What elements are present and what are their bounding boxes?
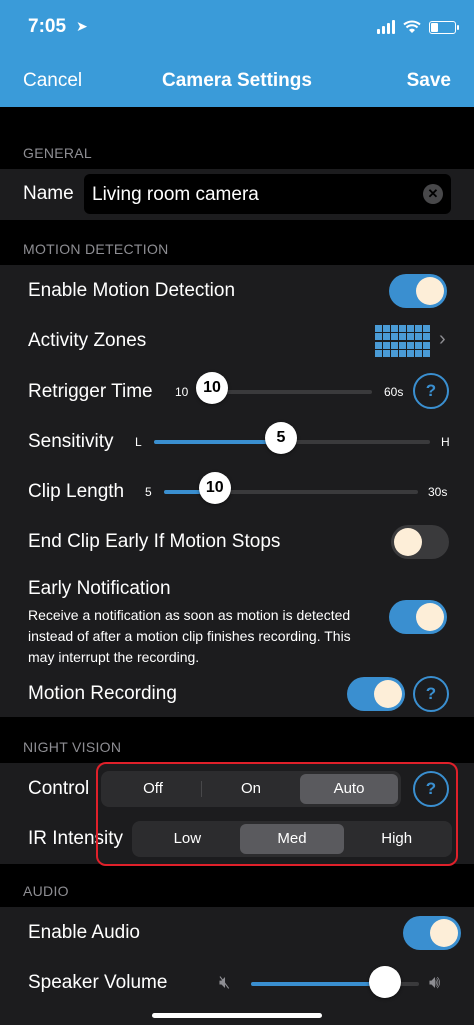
retrigger-help-button[interactable]: ? (413, 373, 449, 409)
volume-mute-icon: 🔇︎ (219, 972, 231, 992)
section-header-general: GENERAL (23, 145, 93, 161)
motion-recording-toggle[interactable] (347, 677, 405, 711)
highlight-outline (96, 762, 458, 866)
status-time: 7:05 (28, 16, 67, 37)
wifi-icon (403, 20, 421, 34)
retrigger-min-label: 10 (175, 385, 189, 399)
section-header-audio: AUDIO (23, 883, 69, 899)
clip-min-label: 5 (145, 485, 152, 499)
clip-max-label: 30s (428, 485, 448, 499)
sensitivity-slider-fill (154, 440, 281, 444)
retrigger-max-label: 60s (384, 385, 404, 399)
clip-slider-thumb[interactable]: 10 (198, 472, 231, 504)
control-label: Control (28, 778, 90, 799)
enable-motion-toggle[interactable] (389, 274, 447, 308)
early-notification-label: Early Notification (28, 578, 171, 599)
enable-audio-toggle[interactable] (403, 916, 461, 950)
battery-icon (429, 20, 459, 34)
end-clip-toggle[interactable] (391, 525, 449, 559)
enable-audio-label: Enable Audio (28, 922, 140, 943)
section-header-motion: MOTION DETECTION (23, 241, 169, 257)
home-indicator (152, 1013, 322, 1018)
sensitivity-min-label: L (135, 435, 142, 449)
status-icons (377, 20, 459, 34)
name-value: Living room camera (92, 184, 259, 205)
early-notification-description: Receive a notification as soon as motion… (28, 607, 351, 665)
volume-loud-icon: 🔊︎ (429, 972, 441, 992)
sensitivity-slider-thumb[interactable]: 5 (264, 422, 297, 454)
sensitivity-max-label: H (441, 435, 450, 449)
retrigger-time-label: Retrigger Time (28, 381, 153, 402)
cancel-button[interactable]: Cancel (23, 70, 82, 92)
motion-recording-help-button[interactable]: ? (413, 676, 449, 712)
name-label: Name (23, 183, 74, 204)
name-field[interactable]: Living room camera ✕ (84, 174, 451, 214)
chevron-right-icon: › (439, 328, 446, 350)
retrigger-slider-thumb[interactable]: 10 (196, 372, 228, 404)
volume-slider-fill (251, 982, 386, 986)
activity-zones-label: Activity Zones (28, 330, 147, 351)
speaker-volume-label: Speaker Volume (28, 972, 168, 993)
motion-recording-label: Motion Recording (28, 683, 177, 704)
end-clip-label: End Clip Early If Motion Stops (28, 531, 281, 552)
enable-motion-label: Enable Motion Detection (28, 280, 236, 301)
activity-zones-grid-icon[interactable] (375, 325, 430, 357)
status-bar: 7:05 ➤ (0, 0, 474, 55)
clear-text-icon[interactable]: ✕ (423, 184, 443, 204)
early-notification-toggle[interactable] (389, 600, 447, 634)
nav-bar: Cancel Camera Settings Save (0, 55, 474, 107)
cellular-signal-icon (377, 20, 395, 34)
save-button[interactable]: Save (407, 70, 451, 92)
clip-length-label: Clip Length (28, 481, 125, 502)
location-arrow-icon: ➤ (76, 18, 88, 34)
sensitivity-label: Sensitivity (28, 431, 114, 452)
section-header-night-vision: NIGHT VISION (23, 739, 122, 755)
